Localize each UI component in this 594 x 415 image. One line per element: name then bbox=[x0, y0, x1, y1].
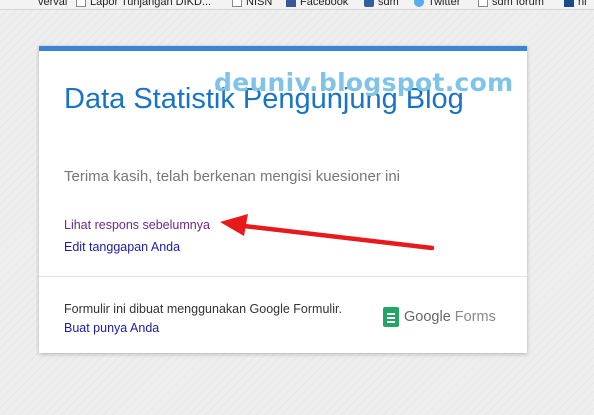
facebook-icon bbox=[286, 0, 296, 7]
view-previous-responses-link[interactable]: Lihat respons sebelumnya bbox=[64, 218, 210, 232]
page-icon bbox=[232, 0, 242, 7]
bookmark-label: Facebook bbox=[300, 0, 349, 8]
bookmark-label: ni bbox=[578, 0, 587, 8]
twitter-icon bbox=[414, 0, 424, 7]
bookmark-facebook[interactable]: Facebook bbox=[286, 0, 348, 8]
bookmark-nisn[interactable]: NISN bbox=[232, 0, 272, 8]
bookmark-vervai[interactable]: vervai bbox=[38, 0, 67, 8]
page-icon bbox=[76, 0, 86, 7]
bookmark-icon bbox=[564, 0, 574, 7]
bookmarks-bar: vervai Lapor Tunjangan DIKD... NISN Face… bbox=[0, 0, 594, 10]
bookmark-label: sdm forum bbox=[492, 0, 544, 8]
page-icon bbox=[478, 0, 488, 7]
bookmark-label: Twitter bbox=[428, 0, 461, 8]
bookmark-label: NISN bbox=[246, 0, 273, 8]
brand-forms: Forms bbox=[454, 309, 496, 325]
bookmark-label: sdm bbox=[378, 0, 399, 8]
create-your-own-link[interactable]: Buat punya Anda bbox=[64, 321, 159, 335]
footer-note: Formulir ini dibuat menggunakan Google F… bbox=[64, 302, 342, 316]
bookmark-sdm[interactable]: sdm bbox=[364, 0, 399, 8]
google-forms-wordmark: Google Forms bbox=[404, 309, 496, 325]
confirmation-message: Terima kasih, telah berkenan mengisi kue… bbox=[64, 168, 401, 185]
bookmark-sdm-forum[interactable]: sdm forum bbox=[478, 0, 544, 8]
bookmark-lapor-tunjangan[interactable]: Lapor Tunjangan DIKD... bbox=[76, 0, 211, 8]
google-forms-icon bbox=[383, 307, 399, 327]
watermark-text: deuniv.blogspot.com bbox=[214, 68, 514, 97]
bookmark-twitter[interactable]: Twitter bbox=[414, 0, 460, 8]
bookmark-ni[interactable]: ni bbox=[564, 0, 587, 8]
sdm-icon bbox=[364, 0, 374, 7]
brand-google: Google bbox=[404, 309, 451, 325]
bookmark-label: vervai bbox=[38, 0, 68, 8]
edit-response-link[interactable]: Edit tanggapan Anda bbox=[64, 240, 180, 254]
divider bbox=[39, 276, 527, 277]
google-forms-logo[interactable]: Google Forms bbox=[383, 307, 496, 327]
bookmark-label: Lapor Tunjangan DIKD... bbox=[90, 0, 212, 8]
